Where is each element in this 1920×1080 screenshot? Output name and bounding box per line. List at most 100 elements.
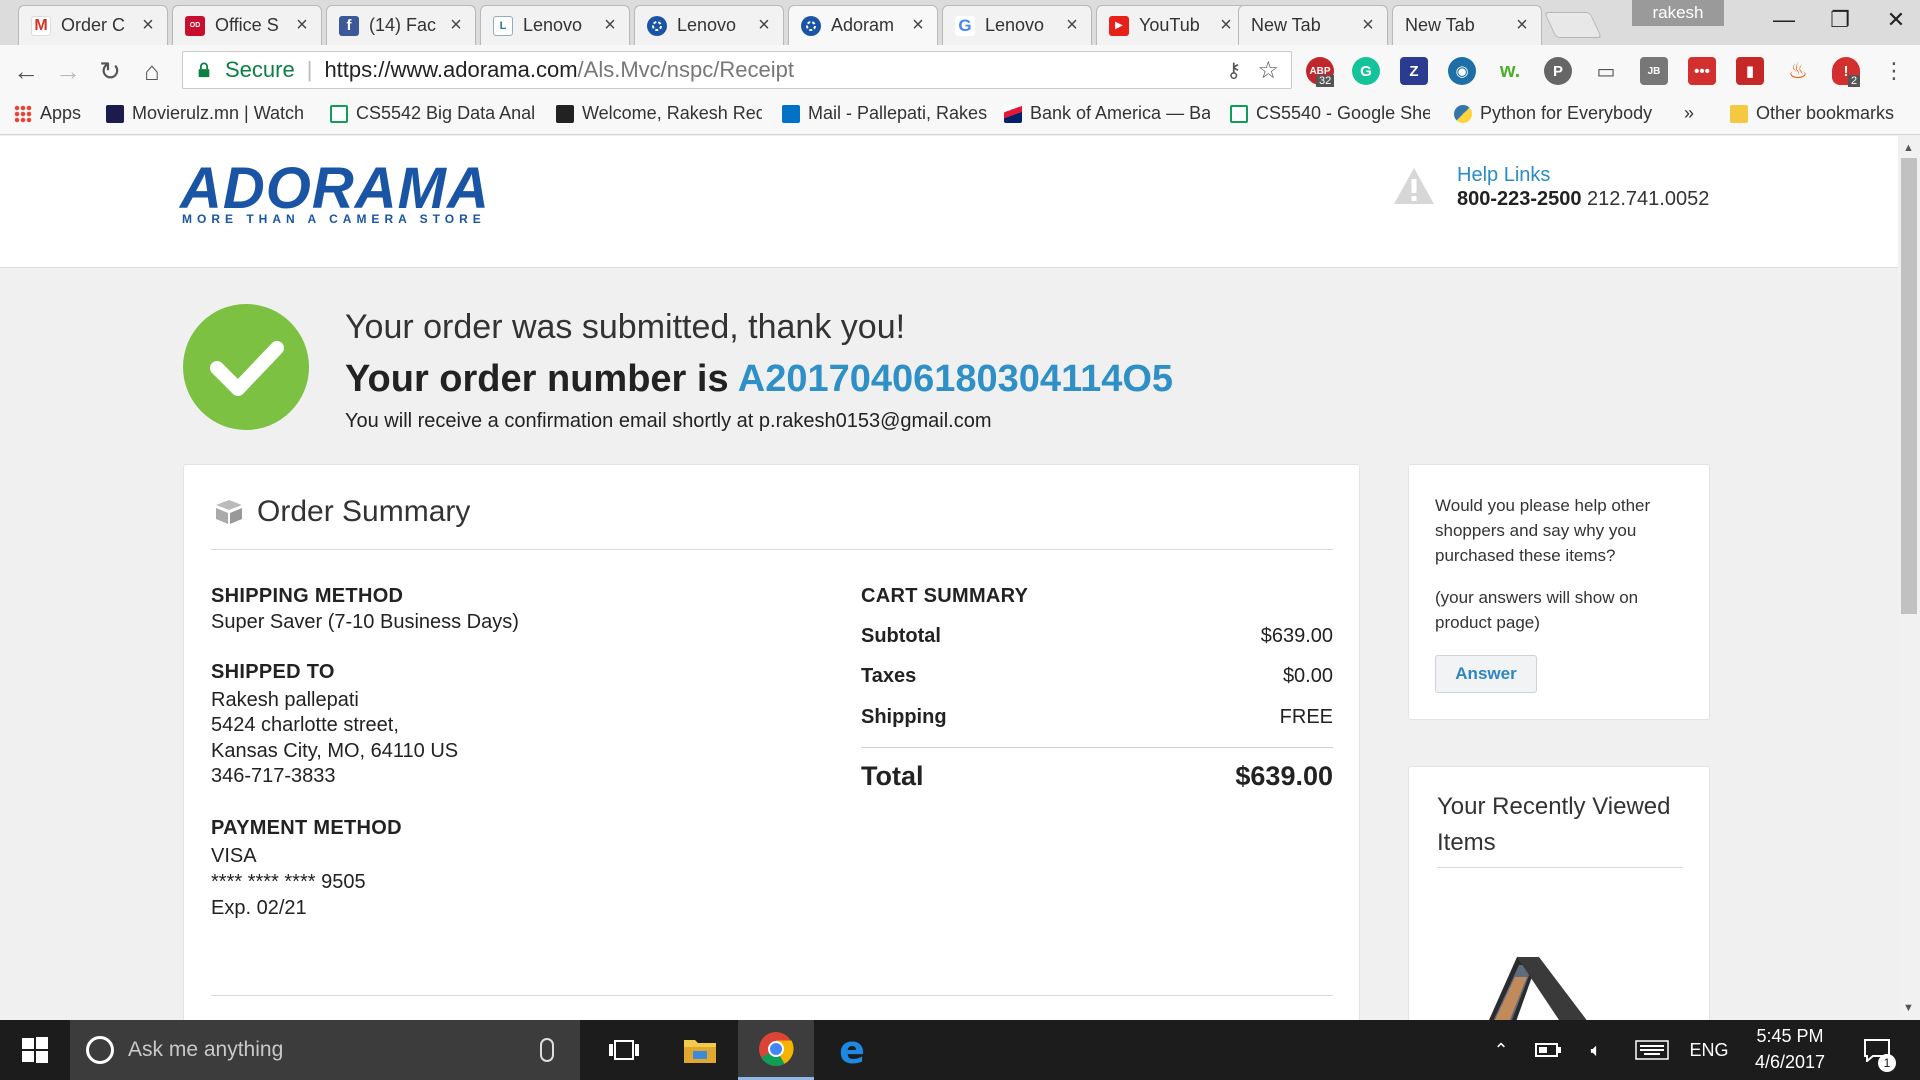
lenovo-icon: L [493, 15, 513, 36]
bookmark-label: Python for Everybody [1480, 103, 1653, 123]
total-value: $639.00 [1235, 761, 1333, 791]
pocket-icon[interactable]: P [1544, 57, 1572, 85]
close-icon[interactable]: × [1359, 14, 1377, 37]
minimize-icon[interactable]: — [1752, 0, 1816, 40]
bookmark-cs5542[interactable]: CS5542 Big Data Anal [330, 103, 536, 124]
tab-lenovo-1[interactable]: L Lenovo × [480, 5, 630, 45]
tab-lenovo-2[interactable]: Lenovo × [634, 5, 784, 45]
page-scrollbar[interactable]: ▲ ▼ [1898, 136, 1920, 1020]
star-icon[interactable]: ☆ [1257, 56, 1279, 85]
order-number-line: Your order number is A20170406180304114O… [345, 358, 1173, 401]
bookmark-label: Bank of America — Ba [1030, 103, 1210, 123]
site-header: ADORAMA MORE THAN A CAMERA STORE Help Li… [0, 136, 1898, 268]
tab-new-2[interactable]: New Tab × [1392, 5, 1542, 45]
sheets-icon [1230, 104, 1248, 123]
tab-new-1[interactable]: New Tab × [1238, 5, 1388, 45]
scroll-down-icon[interactable]: ▼ [1903, 1002, 1914, 1014]
jsonview-icon[interactable]: JB [1640, 57, 1668, 85]
facebook-icon: f [339, 15, 359, 36]
bookmark-movierulz[interactable]: Movierulz.mn | Watch [106, 103, 312, 124]
order-number: A20170406180304114O5 [737, 358, 1174, 400]
close-icon[interactable]: × [139, 14, 157, 37]
input-language[interactable]: ENG [1684, 1020, 1734, 1080]
reload-icon[interactable]: ↻ [92, 53, 128, 89]
bookmark-label: CS5540 - Google Shee [1256, 103, 1430, 123]
bookmark-label: Apps [40, 103, 82, 123]
close-icon[interactable]: × [1513, 14, 1531, 37]
tab-office-depot[interactable]: OD Office S × [172, 5, 322, 45]
bookmark-cs5540[interactable]: CS5540 - Google Shee [1230, 103, 1430, 124]
cortana-search-box[interactable]: Ask me anything [70, 1020, 580, 1080]
tray-overflow-icon[interactable]: ⌃ [1486, 1020, 1516, 1080]
taskbar-edge[interactable]: e [814, 1020, 890, 1080]
profile-button[interactable]: rakesh [1632, 0, 1724, 26]
close-icon[interactable]: × [755, 14, 773, 37]
grammarly-icon[interactable]: G [1352, 57, 1380, 85]
zotero-icon[interactable]: Z [1400, 57, 1428, 85]
battery-icon[interactable] [1528, 1020, 1568, 1080]
office-depot-icon: OD [185, 15, 205, 36]
cast-icon[interactable]: ▭ [1592, 57, 1620, 85]
bookmark-label: Welcome, Rakesh Red [582, 103, 762, 123]
page-content: ADORAMA MORE THAN A CAMERA STORE Help Li… [0, 136, 1898, 1020]
scroll-up-icon[interactable]: ▲ [1903, 142, 1914, 154]
tab-adorama-active[interactable]: Adoram × [788, 5, 938, 45]
laptop-product-image[interactable] [1457, 937, 1617, 1020]
bookmark-other[interactable]: Other bookmarks [1730, 103, 1916, 124]
folder-icon [684, 1040, 716, 1063]
taskbar-chrome[interactable] [738, 1020, 814, 1080]
bookmark-python[interactable]: Python for Everybody [1454, 103, 1664, 124]
action-center-icon[interactable] [1852, 1020, 1902, 1080]
new-tab-button[interactable] [1543, 12, 1603, 38]
close-icon[interactable]: × [1063, 14, 1081, 37]
windows-start-button[interactable] [0, 1020, 70, 1080]
home-icon[interactable]: ⌂ [134, 53, 170, 89]
screencast-icon[interactable]: ◉ [1448, 57, 1476, 85]
order-summary-title: Order Summary [257, 495, 471, 528]
volume-icon[interactable]: 🔈︎ [1576, 1020, 1616, 1080]
restore-icon[interactable]: ❐ [1808, 0, 1872, 40]
scroll-thumb[interactable] [1901, 158, 1917, 614]
menu-icon[interactable]: ⋮ [1876, 53, 1912, 89]
help-links[interactable]: Help Links [1457, 164, 1550, 187]
box-icon [216, 500, 242, 524]
tab-strip: M Order C × OD Office S × f (14) Fac × L… [0, 0, 1920, 45]
close-icon[interactable]: × [447, 14, 465, 37]
youtube-icon: ▶ [1109, 15, 1129, 36]
close-icon[interactable]: × [1217, 14, 1235, 37]
divider [211, 995, 1333, 996]
close-icon[interactable]: × [909, 14, 927, 37]
address-bar[interactable]: Secure | https://www.adorama.com/Als.Mvc… [182, 51, 1292, 89]
answer-button[interactable]: Answer [1435, 655, 1537, 693]
tab-google-lenovo[interactable]: G Lenovo × [942, 5, 1092, 45]
close-window-icon[interactable]: ✕ [1864, 0, 1920, 40]
key-icon[interactable]: ⚷ [1226, 58, 1241, 83]
clock-time[interactable]: 5:45 PM [1750, 1026, 1830, 1047]
bookmark-bofa[interactable]: Bank of America — Ba [1004, 103, 1210, 124]
task-view-button[interactable] [586, 1020, 662, 1080]
close-icon[interactable]: × [293, 14, 311, 37]
tab-gmail[interactable]: M Order C × [18, 5, 168, 45]
tab-facebook[interactable]: f (14) Fac × [326, 5, 476, 45]
tab-youtube[interactable]: ▶ YouTub × [1096, 5, 1246, 45]
wordtune-icon[interactable]: w. [1496, 57, 1524, 85]
fire-icon[interactable]: ♨ [1784, 57, 1812, 85]
lastpass-icon[interactable]: ••• [1688, 57, 1716, 85]
microphone-icon[interactable] [540, 1038, 554, 1062]
clock-date[interactable]: 4/6/2017 [1748, 1052, 1832, 1073]
url-host: https://www.adorama.com [324, 57, 578, 82]
order-submitted-message: Your order was submitted, thank you! [345, 308, 906, 346]
bookmarks-overflow[interactable]: » [1684, 103, 1704, 124]
back-icon[interactable]: ← [8, 53, 44, 89]
taskbar-file-explorer[interactable] [662, 1020, 738, 1080]
bookmark-mail[interactable]: Mail - Pallepati, Rakes [782, 103, 988, 124]
keyboard-icon[interactable] [1630, 1020, 1674, 1080]
bookmark-blackboard[interactable]: Welcome, Rakesh Red [556, 103, 762, 124]
forward-icon[interactable]: → [50, 53, 86, 89]
bookmark-red-icon[interactable]: ▮ [1736, 57, 1764, 85]
close-icon[interactable]: × [601, 14, 619, 37]
adorama-logo[interactable]: ADORAMA [180, 160, 490, 218]
cart-label: Taxes [861, 665, 917, 687]
bookmark-apps[interactable]: Apps [14, 103, 94, 124]
shipped-to-name: Rakesh pallepati [211, 689, 359, 711]
